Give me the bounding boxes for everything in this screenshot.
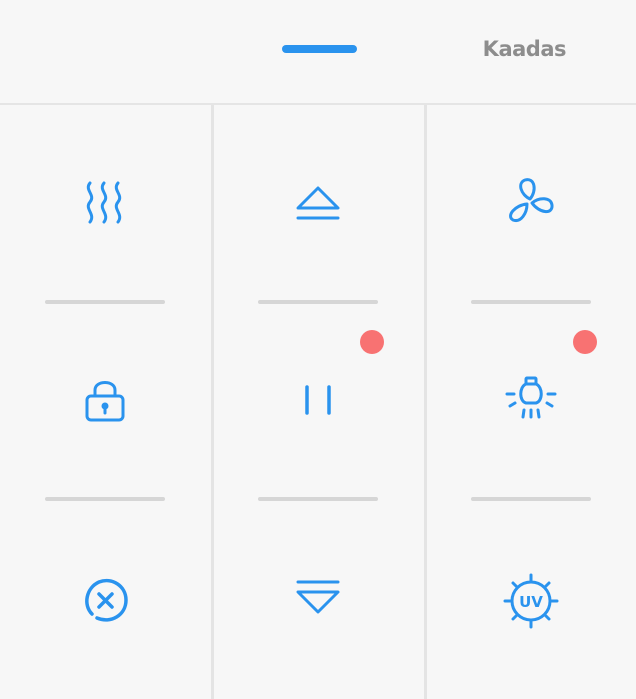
- row-separator: [258, 497, 378, 501]
- eject-up-icon: [296, 186, 340, 220]
- lamp-icon: [505, 376, 557, 419]
- row-separator: [471, 300, 591, 304]
- row-separator: [258, 300, 378, 304]
- light-indicator-dot: [573, 330, 597, 354]
- close-button[interactable]: [268, 549, 368, 649]
- cancel-button[interactable]: [55, 551, 155, 651]
- pause-icon: [305, 385, 331, 415]
- pause-indicator-dot: [360, 330, 384, 354]
- cancel-icon: [85, 578, 128, 622]
- column-divider: [424, 105, 427, 699]
- dry-button[interactable]: [55, 153, 155, 253]
- uv-icon: UV: [503, 573, 559, 629]
- uv-label: UV: [519, 593, 543, 611]
- close-down-icon: [296, 580, 340, 614]
- light-button[interactable]: [481, 350, 581, 450]
- heat-waves-icon: [86, 181, 122, 224]
- lock-icon: [85, 381, 125, 422]
- drag-handle[interactable]: [282, 45, 357, 53]
- brand-logo: Kaadas: [482, 37, 567, 61]
- column-divider: [211, 105, 214, 699]
- control-panel: Kaadas UV: [0, 0, 636, 699]
- lock-button[interactable]: [55, 350, 155, 450]
- pause-button[interactable]: [268, 350, 368, 450]
- row-separator: [45, 300, 165, 304]
- fan-button[interactable]: [481, 153, 581, 253]
- row-separator: [471, 497, 591, 501]
- fan-icon: [509, 178, 554, 223]
- open-button[interactable]: [268, 153, 368, 253]
- uv-button[interactable]: UV: [481, 551, 581, 651]
- row-separator: [45, 497, 165, 501]
- header: Kaadas: [0, 0, 636, 105]
